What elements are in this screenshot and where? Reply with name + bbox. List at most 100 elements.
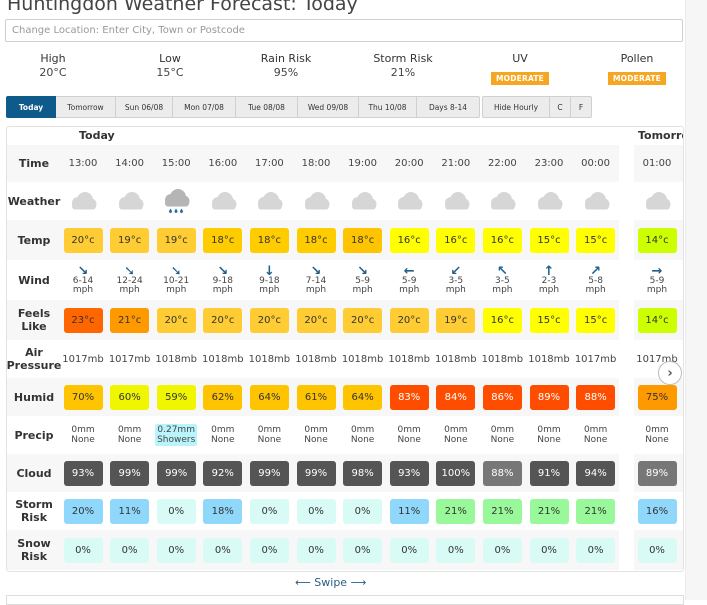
cloud-cell: 89% xyxy=(634,454,680,492)
feels-cell: 15°c xyxy=(526,300,572,340)
precip-amount: 0mm xyxy=(117,425,142,435)
snow-value: 0% xyxy=(637,537,677,563)
storm-value: 11% xyxy=(389,498,429,524)
pressure-value: 1018mb xyxy=(481,353,524,365)
wind-unit: mph xyxy=(585,284,606,295)
time-cell: 15:00 xyxy=(153,145,199,182)
time-cell: 13:00 xyxy=(60,145,106,182)
snow-cell: 0% xyxy=(433,530,479,570)
cloud-cell: 98% xyxy=(340,454,386,492)
cloud-icon xyxy=(646,192,671,210)
wind-direction-arrow-icon: ↙ xyxy=(450,263,462,279)
temp-value: 15°c xyxy=(576,227,616,253)
weather-cell xyxy=(526,182,572,220)
precip-type: None xyxy=(583,435,608,445)
humid-cell: 62% xyxy=(200,378,246,416)
precip-type: None xyxy=(645,435,669,445)
snow-cell: 0% xyxy=(200,530,246,570)
precip-value: 0mm None xyxy=(71,425,94,445)
wind-cell: ↑ 2-3 mph xyxy=(526,260,572,300)
pressure-value: 1018mb xyxy=(341,353,384,365)
tab-days-8-14[interactable]: Days 8-14 xyxy=(417,96,480,118)
tab-sun[interactable]: Sun 06/08 xyxy=(116,96,173,118)
temp-cell: 14°c xyxy=(634,220,680,260)
time-label: 14:00 xyxy=(115,158,144,169)
storm-cell: 16% xyxy=(634,492,680,530)
wind-unit: mph xyxy=(538,284,560,295)
precip-type: None xyxy=(71,435,95,445)
feels-value: 19°c xyxy=(436,307,476,333)
tab-thu[interactable]: Thu 10/08 xyxy=(359,96,417,118)
next-hours-button[interactable]: › xyxy=(658,361,682,385)
humid-cell: 70% xyxy=(60,378,106,416)
wind-cell: ↘ 7-14 mph xyxy=(293,260,339,300)
time-label: 20:00 xyxy=(394,158,424,169)
wind-direction-arrow-icon: ↘ xyxy=(77,263,89,279)
feels-cell: 14°c xyxy=(634,300,680,340)
precip-amount: 0mm xyxy=(490,425,515,435)
storm-cell: 0% xyxy=(153,492,199,530)
tab-wed[interactable]: Wed 09/08 xyxy=(298,96,359,118)
summary-rain-risk-label: Rain Risk xyxy=(260,52,312,65)
time-cell: 17:00 xyxy=(246,145,292,182)
cloud-value: 88% xyxy=(482,460,522,486)
celsius-button[interactable]: C xyxy=(550,96,571,118)
wind-direction-arrow-icon: ↑ xyxy=(543,263,555,279)
row-label-time: Time xyxy=(18,157,50,170)
snow-value: 0% xyxy=(389,537,429,563)
feels-cell: 23°c xyxy=(60,300,106,340)
storm-cell: 21% xyxy=(526,492,572,530)
precip-value: 0mm None xyxy=(351,425,374,445)
humid-cell: 88% xyxy=(573,378,619,416)
feels-value: 14°c xyxy=(637,307,677,333)
temp-value: 19°c xyxy=(110,227,150,253)
weather-cell xyxy=(293,182,339,220)
cloud-cell: 93% xyxy=(60,454,106,492)
cloud-cell: 88% xyxy=(479,454,525,492)
hourly-forecast-table[interactable]: Today Tomorro Time 13:00 14:00 15:00 16:00 17:0… xyxy=(6,126,684,572)
cloud-icon xyxy=(258,192,283,210)
row-label-weather: Weather xyxy=(7,194,61,208)
cloud-icon xyxy=(444,192,470,210)
storm-value: 0% xyxy=(156,498,196,524)
tab-tue[interactable]: Tue 08/08 xyxy=(236,96,298,118)
tab-tomorrow[interactable]: Tomorrow xyxy=(56,96,116,118)
wind-unit: mph xyxy=(399,284,420,295)
cloud-cell: 92% xyxy=(200,454,246,492)
precip-amount: 0mm xyxy=(645,425,669,435)
row-wind: Wind ↘ 6-14 mph ➘ 12-24 mph ➘ 10-21 mph ↘ 9-18 mph ↓ 9… xyxy=(7,260,683,300)
feels-cell: 16°c xyxy=(479,300,525,340)
wind-cell: ↗ 5-8 mph xyxy=(573,260,619,300)
wind-unit: mph xyxy=(119,284,140,295)
summary-pollen-label: Pollen xyxy=(620,52,654,65)
summary-rain-risk-value: 95% xyxy=(273,66,299,79)
cloud-cell: 100% xyxy=(433,454,479,492)
precip-amount: 0mm xyxy=(350,425,375,435)
snow-cell: 0% xyxy=(634,530,680,570)
precip-value: 0.27mm Showers xyxy=(155,424,198,446)
fahrenheit-button[interactable]: F xyxy=(571,96,592,118)
snow-value: 0% xyxy=(482,537,522,563)
time-cell: 01:00 xyxy=(634,145,680,182)
precip-cell: 0mm None xyxy=(200,416,246,454)
humid-cell: 64% xyxy=(340,378,386,416)
storm-cell: 21% xyxy=(433,492,479,530)
time-cell: 22:00 xyxy=(479,145,525,182)
swipe-label: Swipe xyxy=(314,576,348,589)
wind-direction-arrow-icon: ↘ xyxy=(217,263,229,279)
hide-hourly-button[interactable]: Hide Hourly xyxy=(482,96,550,118)
arrow-left-icon: ⟵ xyxy=(295,576,311,589)
snow-cell: 0% xyxy=(246,530,292,570)
location-search-input[interactable] xyxy=(5,19,683,42)
precip-value: 0mm None xyxy=(444,425,467,445)
temp-cell: 18°c xyxy=(293,220,339,260)
row-humid: Humid 70% 60% 59% 62% 64% 61% 64% 83% 84% 86% 89% 88… xyxy=(7,378,683,416)
pressure-cell: 1018mb xyxy=(526,340,572,378)
snow-cell: 0% xyxy=(293,530,339,570)
pressure-cell: 1018mb xyxy=(479,340,525,378)
tab-today[interactable]: Today xyxy=(6,96,56,118)
feels-cell: 20°c xyxy=(200,300,246,340)
page-scrollbar-track[interactable] xyxy=(685,0,707,600)
temp-cell: 15°c xyxy=(573,220,619,260)
tab-mon[interactable]: Mon 07/08 xyxy=(173,96,236,118)
